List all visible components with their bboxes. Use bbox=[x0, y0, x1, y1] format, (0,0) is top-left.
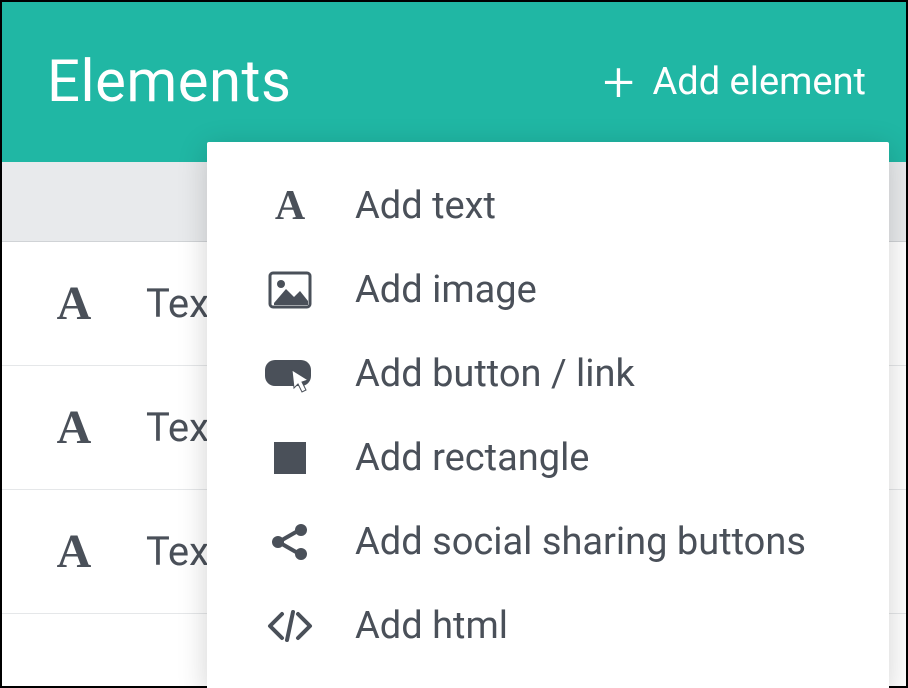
dropdown-item-label: Add text bbox=[355, 184, 496, 228]
dropdown-item-label: Add html bbox=[355, 604, 508, 648]
html-icon bbox=[263, 602, 317, 650]
text-icon: A bbox=[52, 276, 96, 331]
add-element-label: Add element bbox=[652, 60, 866, 104]
image-icon bbox=[263, 266, 317, 314]
panel-header: Elements + Add element bbox=[2, 2, 906, 162]
dropdown-item-add-text[interactable]: A Add text bbox=[207, 164, 889, 248]
dropdown-item-add-button[interactable]: Add button / link bbox=[207, 332, 889, 416]
dropdown-item-add-social[interactable]: Add social sharing buttons bbox=[207, 500, 889, 584]
dropdown-item-label: Add button / link bbox=[355, 352, 635, 396]
rectangle-icon bbox=[263, 434, 317, 482]
add-element-button[interactable]: + Add element bbox=[603, 54, 866, 110]
text-icon: A bbox=[263, 182, 317, 230]
dropdown-item-add-html[interactable]: Add html bbox=[207, 584, 889, 668]
panel-title: Elements bbox=[47, 48, 291, 116]
button-icon bbox=[263, 350, 317, 398]
dropdown-item-add-image[interactable]: Add image bbox=[207, 248, 889, 332]
list-item-label: Tex bbox=[146, 280, 209, 327]
list-item-label: Tex bbox=[146, 404, 209, 451]
dropdown-item-add-rectangle[interactable]: Add rectangle bbox=[207, 416, 889, 500]
text-icon: A bbox=[52, 524, 96, 579]
dropdown-item-label: Add image bbox=[355, 268, 537, 312]
dropdown-item-label: Add rectangle bbox=[355, 436, 589, 480]
text-icon: A bbox=[52, 400, 96, 455]
share-icon bbox=[263, 518, 317, 566]
list-item-label: Tex bbox=[146, 528, 209, 575]
plus-icon: + bbox=[603, 54, 635, 110]
add-element-dropdown: A Add text Add image Add button / link bbox=[207, 142, 889, 688]
dropdown-item-label: Add social sharing buttons bbox=[355, 520, 806, 564]
